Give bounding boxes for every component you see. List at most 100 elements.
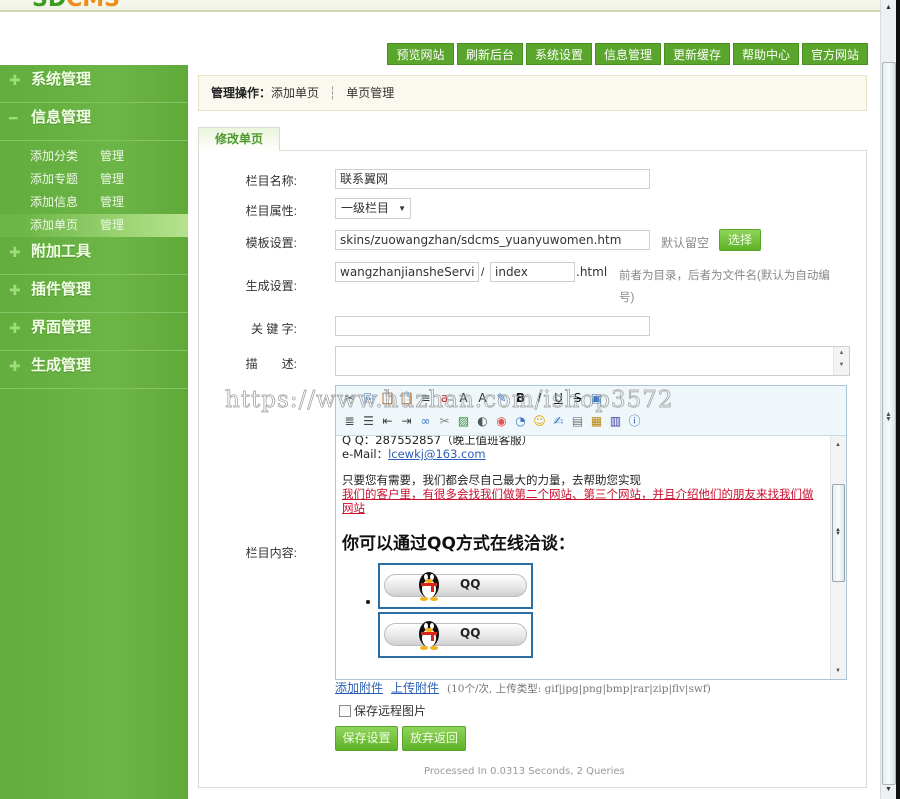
editor-toolbar-row-1: ✂ ⎘ 📋 📋 ≡ a A A ✎ B I U S ▣ bbox=[342, 390, 604, 406]
paste-text-icon[interactable]: 📋 bbox=[399, 390, 414, 406]
unlink-icon[interactable]: ✂ bbox=[437, 413, 452, 429]
minus-icon: ━ bbox=[9, 110, 18, 126]
add-single-page-breadcrumb-link[interactable]: 添加单页 bbox=[271, 86, 319, 100]
font-size-down-icon[interactable]: A bbox=[475, 390, 490, 406]
bold-icon[interactable]: B bbox=[513, 390, 528, 406]
qq-chat-button[interactable]: QQ bbox=[378, 612, 533, 658]
single-page-management-link[interactable]: 单页管理 bbox=[346, 86, 394, 100]
emoticon-icon[interactable]: ☺ bbox=[532, 413, 547, 429]
paragraph-2-link[interactable]: 我们的客户里，有很多会找我们做第二个网站、第三个网站，并且介绍他们的朋友来找我们… bbox=[342, 487, 824, 515]
refresh-admin-button[interactable]: 刷新后台 bbox=[457, 43, 523, 65]
scroll-down-icon[interactable]: ▼ bbox=[885, 786, 892, 793]
official-site-button[interactable]: 官方网站 bbox=[802, 43, 868, 65]
italic-icon[interactable]: I bbox=[532, 390, 547, 406]
generate-file-input[interactable]: index bbox=[490, 262, 575, 282]
choose-template-button[interactable]: 选择 bbox=[719, 229, 761, 251]
add-attachment-link[interactable]: 添加附件 bbox=[335, 681, 383, 695]
sidebar-group-label: 附加工具 bbox=[31, 243, 92, 260]
save-remote-images-checkbox[interactable] bbox=[339, 704, 351, 717]
email-link[interactable]: lcewkj@163.com bbox=[388, 447, 486, 461]
indent-icon[interactable]: ⇥ bbox=[399, 413, 414, 429]
attribute-select[interactable]: 一级栏目 ▼ bbox=[335, 198, 411, 219]
page-scrollbar[interactable]: ▲ ▲ ▼ ▼ bbox=[880, 0, 896, 799]
scroll-up-icon[interactable]: ▲ bbox=[885, 4, 892, 11]
manage-topic-link[interactable]: 管理 bbox=[100, 168, 124, 191]
copy-icon[interactable]: ⎘ bbox=[361, 390, 376, 406]
highlight-icon[interactable]: ✎ bbox=[494, 390, 509, 406]
manage-single-page-link[interactable]: 管理 bbox=[100, 214, 124, 237]
editor-content[interactable]: Q Q：287552857（晚上值班客服） e-Mail：lcewkj@163.… bbox=[336, 436, 830, 679]
sidebar-group-label: 插件管理 bbox=[31, 281, 92, 298]
info-management-button[interactable]: 信息管理 bbox=[595, 43, 661, 65]
cancel-button[interactable]: 放弃返回 bbox=[402, 726, 466, 751]
sidebar-group-info[interactable]: ━ 信息管理 bbox=[0, 103, 188, 141]
description-textarea[interactable]: ▲ ▼ bbox=[335, 346, 850, 376]
image-icon[interactable]: ▨ bbox=[456, 413, 471, 429]
chevron-down-icon: ▼ bbox=[398, 204, 406, 213]
strikethrough-icon[interactable]: S bbox=[570, 390, 585, 406]
list-icon[interactable]: ☰ bbox=[361, 413, 376, 429]
plus-icon: ✚ bbox=[9, 244, 21, 260]
template-input[interactable]: skins/zuowangzhan/sdcms_yuanyuwomen.htm bbox=[335, 230, 650, 250]
align-icon[interactable]: ≡ bbox=[418, 390, 433, 406]
description-scrollbar[interactable]: ▲ ▼ bbox=[833, 347, 849, 375]
list-bullet bbox=[366, 600, 370, 604]
add-topic-link[interactable]: 添加专题 bbox=[30, 168, 100, 191]
pagebreak-icon[interactable]: ▥ bbox=[608, 413, 623, 429]
name-input[interactable]: 联系翼网 bbox=[335, 169, 650, 189]
sidebar-group-label: 信息管理 bbox=[31, 109, 92, 126]
sidebar-group-generate[interactable]: ✚ 生成管理 bbox=[0, 351, 188, 389]
add-info-link[interactable]: 添加信息 bbox=[30, 191, 100, 214]
sidebar-group-tools[interactable]: ✚ 附加工具 bbox=[0, 237, 188, 275]
save-button[interactable]: 保存设置 bbox=[335, 726, 398, 751]
rich-text-editor: ✂ ⎘ 📋 📋 ≡ a A A ✎ B I U S ▣ ≣ ☰ ⇤ ⇥ ∞ ✂ ▨ ◐ ◉ ◔ ☺ ✍ ▤ ▦ ▥ ⓘ Q Q：2875… bbox=[335, 385, 847, 680]
sidebar-item-category: 添加分类 管理 bbox=[0, 145, 188, 168]
preview-site-button[interactable]: 预览网站 bbox=[387, 43, 454, 65]
tab-edit-single-page[interactable]: 修改单页 bbox=[198, 127, 280, 151]
flv-icon[interactable]: ◔ bbox=[513, 413, 528, 429]
paste-icon[interactable]: 📋 bbox=[380, 390, 395, 406]
keywords-input[interactable] bbox=[335, 316, 650, 336]
add-single-page-link[interactable]: 添加单页 bbox=[30, 214, 100, 237]
outdent-icon[interactable]: ⇤ bbox=[380, 413, 395, 429]
font-size-up-icon[interactable]: A bbox=[456, 390, 471, 406]
media-icon[interactable]: ◉ bbox=[494, 413, 509, 429]
sidebar-group-interface[interactable]: ✚ 界面管理 bbox=[0, 313, 188, 351]
editor-scrollbar[interactable]: ▲ ▲ ▼ ▼ bbox=[830, 436, 846, 679]
add-category-link[interactable]: 添加分类 bbox=[30, 145, 100, 168]
help-center-button[interactable]: 帮助中心 bbox=[733, 43, 799, 65]
sidebar-group-system[interactable]: ✚ 系统管理 bbox=[0, 65, 188, 103]
top-header: SDCMS bbox=[0, 0, 880, 12]
template-icon[interactable]: ▦ bbox=[589, 413, 604, 429]
about-icon[interactable]: ⓘ bbox=[627, 413, 642, 429]
link-icon[interactable]: ∞ bbox=[418, 413, 433, 429]
justify-icon[interactable]: ≣ bbox=[342, 413, 357, 429]
source-icon[interactable]: ▣ bbox=[589, 390, 604, 406]
qq-button-label: QQ bbox=[460, 577, 481, 591]
scroll-up-icon[interactable]: ▲ bbox=[835, 442, 841, 448]
qq-chat-button[interactable]: QQ bbox=[378, 563, 533, 609]
scroll-down-icon[interactable]: ▼ bbox=[835, 668, 841, 674]
upload-attachment-link[interactable]: 上传附件 bbox=[391, 681, 439, 695]
breadcrumb: 管理操作：添加单页 ┆ 单页管理 bbox=[198, 75, 867, 111]
manage-category-link[interactable]: 管理 bbox=[100, 145, 124, 168]
cut-icon[interactable]: ✂ bbox=[342, 390, 357, 406]
flash-icon[interactable]: ◐ bbox=[475, 413, 490, 429]
update-cache-button[interactable]: 更新缓存 bbox=[664, 43, 730, 65]
edit-icon[interactable]: ✍ bbox=[551, 413, 566, 429]
underline-icon[interactable]: U bbox=[551, 390, 566, 406]
manage-info-link[interactable]: 管理 bbox=[100, 191, 124, 214]
generate-dir-input[interactable]: wangzhanjiansheServi bbox=[335, 262, 479, 282]
system-settings-button[interactable]: 系统设置 bbox=[526, 43, 592, 65]
page-scroll-thumb[interactable] bbox=[882, 62, 896, 785]
hr-icon[interactable]: ▤ bbox=[570, 413, 585, 429]
save-remote-images-option[interactable]: 保存远程图片 bbox=[339, 702, 426, 719]
font-color-icon[interactable]: a bbox=[437, 390, 452, 406]
generate-label: 生成设置: bbox=[245, 279, 297, 293]
qq-button-pill bbox=[384, 623, 527, 646]
sdcms-logo[interactable]: SDCMS bbox=[32, 0, 120, 11]
qq-penguin-icon bbox=[419, 621, 439, 650]
sidebar-group-plugins[interactable]: ✚ 插件管理 bbox=[0, 275, 188, 313]
grip-icon: ▲ ▼ bbox=[885, 411, 892, 423]
